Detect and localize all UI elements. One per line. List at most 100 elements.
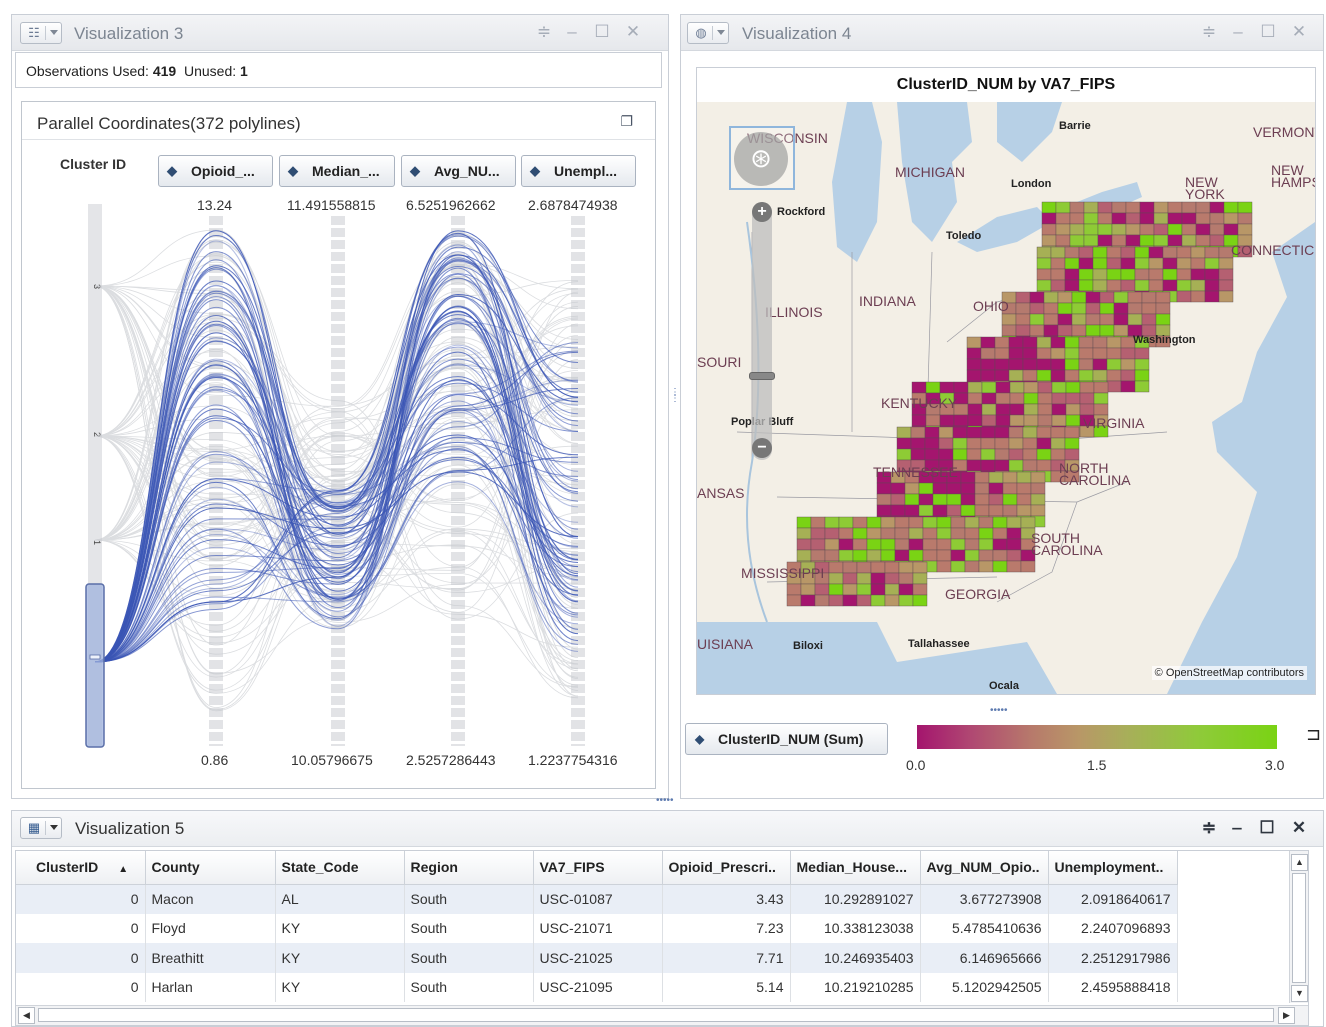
minimize-icon[interactable]: ‒ — [1228, 819, 1246, 837]
county — [1106, 268, 1122, 281]
table-row[interactable]: 0 Harlan KY South USC-21095 5.14 10.2192… — [16, 972, 1178, 1002]
visualization-type-menu[interactable]: ◍ — [687, 22, 729, 44]
scroll-down-icon[interactable]: ▼ — [1291, 985, 1308, 1002]
county — [1106, 358, 1122, 371]
table-row[interactable]: 0 Breathitt KY South USC-21025 7.71 10.2… — [16, 943, 1178, 973]
cluster-selection-brush[interactable] — [85, 583, 105, 748]
county — [1015, 302, 1031, 315]
maximize-icon[interactable]: ☐ — [593, 23, 611, 41]
options-icon[interactable]: ≑ — [1200, 23, 1218, 41]
county — [1064, 257, 1080, 270]
parallel-coordinates-icon: ☷ — [28, 25, 40, 40]
county — [960, 493, 976, 506]
table-row[interactable]: 0 Macon AL South USC-01087 3.43 10.29289… — [16, 884, 1178, 914]
maximize-icon[interactable]: ☐ — [1259, 23, 1277, 41]
county — [1106, 369, 1122, 382]
county — [838, 549, 854, 562]
column-header-avg-num[interactable]: Avg_NUM_Opio.. — [920, 851, 1049, 885]
county — [1029, 324, 1045, 337]
county — [967, 403, 983, 416]
restore-window-icon[interactable]: ❐ — [620, 113, 633, 130]
brush-handle[interactable] — [89, 654, 101, 660]
scroll-thumb[interactable] — [1292, 873, 1306, 983]
state-label: CONNECTICUT — [1231, 242, 1315, 258]
county — [1237, 201, 1253, 214]
scroll-thumb[interactable] — [38, 1008, 1274, 1022]
legend-measure-button[interactable]: ◆ ClusterID_NUM (Sum) — [685, 723, 888, 755]
column-header-clusterid[interactable]: ClusterID ▲ — [16, 851, 146, 885]
axis-button-median[interactable]: ◆ Median_... — [279, 155, 395, 187]
county — [936, 549, 952, 562]
map-pan-control[interactable]: ⊛ — [729, 126, 795, 190]
vertical-scrollbar[interactable]: ▲ ▼ — [1289, 851, 1308, 1003]
legend-resize-handle[interactable]: ••••• — [990, 706, 1022, 716]
zoom-slider[interactable]: + − — [749, 202, 775, 460]
county — [994, 437, 1010, 450]
close-icon[interactable]: ✕ — [624, 23, 642, 41]
scroll-right-icon[interactable]: ▶ — [1278, 1007, 1295, 1024]
legend-lock-icon[interactable]: ⊐ — [1306, 724, 1321, 745]
county — [1097, 234, 1113, 247]
county — [1078, 268, 1094, 281]
county — [1204, 290, 1220, 303]
axis-button-unemployment[interactable]: ◆ Unempl... — [521, 155, 636, 187]
options-icon[interactable]: ≑ — [1200, 819, 1218, 837]
zoom-in-icon[interactable]: + — [752, 202, 772, 222]
parallel-coordinates-plot[interactable]: 3 2 1 — [22, 200, 652, 760]
county — [1134, 246, 1150, 259]
county — [880, 516, 896, 529]
county — [936, 538, 952, 551]
table-row[interactable]: 0 Floyd KY South USC-21071 7.23 10.33812… — [16, 913, 1178, 943]
county — [1065, 414, 1081, 427]
panel-resize-handle[interactable]: ⋮ ⋮ — [670, 388, 680, 420]
horizontal-resize-handle[interactable]: ••••• — [656, 796, 688, 806]
column-header-va7-fips[interactable]: VA7_FIPS — [533, 851, 663, 885]
minimize-icon[interactable]: ‒ — [1229, 23, 1247, 41]
county — [1078, 279, 1094, 292]
county — [1041, 223, 1057, 236]
column-header-median-house[interactable]: Median_House... — [790, 851, 921, 885]
county — [1036, 369, 1052, 382]
visualization-type-menu[interactable]: ☷ — [20, 22, 62, 44]
county — [898, 583, 914, 596]
county — [939, 381, 955, 394]
county — [1051, 381, 1067, 394]
pan-icon[interactable]: ⊛ — [734, 132, 788, 186]
county — [910, 426, 926, 439]
column-header-region[interactable]: Region — [404, 851, 534, 885]
county — [896, 448, 912, 461]
axis-button-avg-num[interactable]: ◆ Avg_NU... — [401, 155, 516, 187]
close-icon[interactable]: ✕ — [1290, 819, 1308, 837]
column-header-opioid[interactable]: Opioid_Prescri.. — [662, 851, 791, 885]
minimize-icon[interactable]: ‒ — [563, 23, 581, 41]
county — [1030, 471, 1046, 484]
visualization-type-menu[interactable]: ▦ — [20, 817, 62, 839]
column-header-state-code[interactable]: State_Code — [275, 851, 405, 885]
county — [1029, 313, 1045, 326]
county — [1050, 448, 1066, 461]
scroll-up-icon[interactable]: ▲ — [1291, 854, 1308, 871]
column-header-county[interactable]: County — [145, 851, 276, 885]
county — [1092, 347, 1108, 360]
horizontal-scrollbar[interactable]: ◀ ▶ — [16, 1005, 1308, 1025]
county — [1036, 268, 1052, 281]
maximize-icon[interactable]: ☐ — [1258, 819, 1276, 837]
state-label: MISSISSIPPI — [741, 565, 825, 581]
column-header-unemployment[interactable]: Unemployment.. — [1048, 851, 1178, 885]
close-icon[interactable]: ✕ — [1290, 23, 1308, 41]
options-icon[interactable]: ≑ — [535, 23, 553, 41]
county — [924, 426, 940, 439]
county — [852, 549, 868, 562]
county — [904, 482, 920, 495]
zoom-out-icon[interactable]: − — [752, 438, 772, 458]
county — [1006, 538, 1022, 551]
zoom-handle[interactable] — [749, 372, 775, 380]
county — [866, 538, 882, 551]
county — [994, 448, 1010, 461]
axis-button-opioid[interactable]: ◆ Opioid_... — [158, 155, 273, 187]
county — [1093, 392, 1109, 405]
county — [1099, 302, 1115, 315]
map-canvas[interactable]: WISCONSIN MICHIGAN ILLINOIS INDIANA OHIO… — [697, 102, 1315, 694]
scroll-left-icon[interactable]: ◀ — [18, 1007, 35, 1024]
sort-ascending-icon[interactable]: ▲ — [118, 864, 128, 875]
